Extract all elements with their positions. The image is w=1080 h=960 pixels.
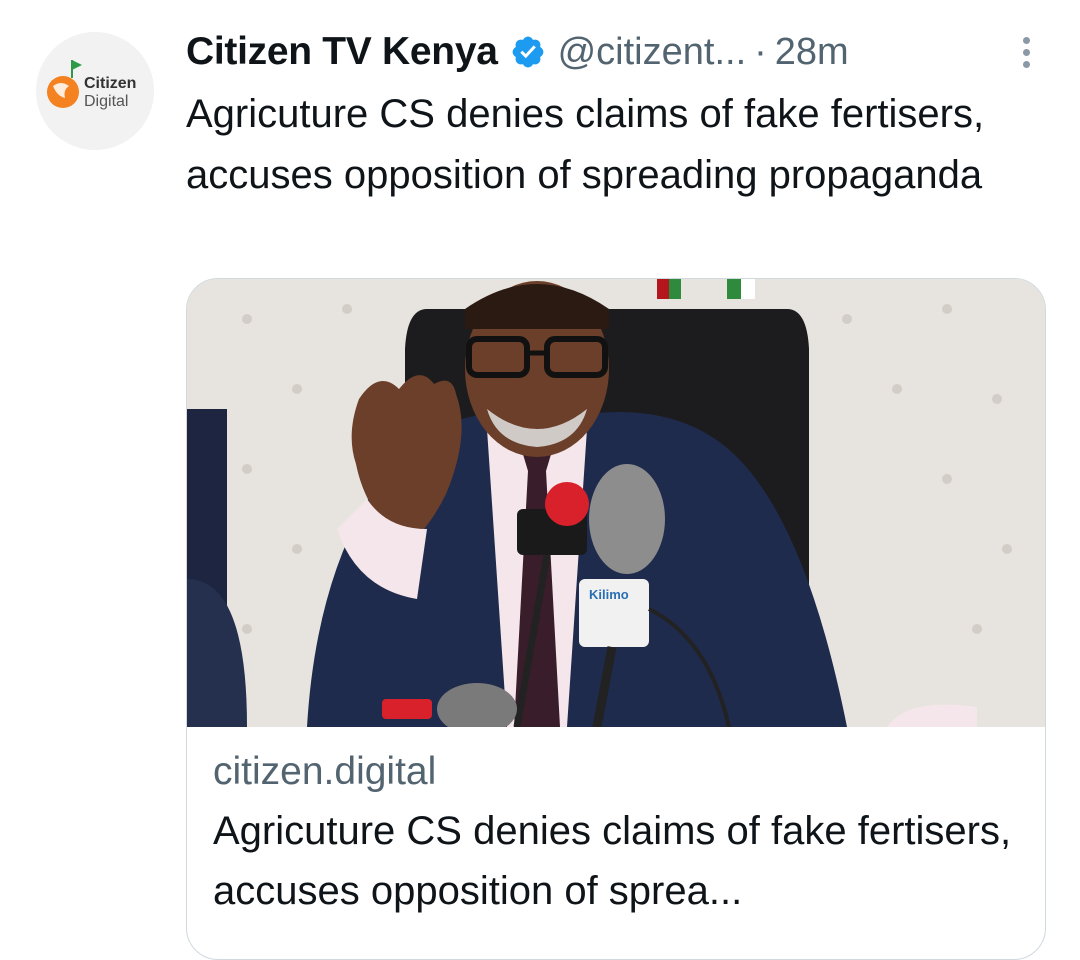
logo-text-citizen: Citizen — [84, 75, 136, 92]
verified-badge-icon — [510, 34, 546, 70]
card-body: citizen.digital Agricuture CS denies cla… — [187, 727, 1045, 921]
author-handle[interactable]: @citizent... — [558, 31, 747, 74]
tweet-timestamp[interactable]: 28m — [775, 31, 849, 74]
tweet-text: Agricuture CS denies claims of fake fert… — [186, 92, 985, 197]
mic-label-kilimo: Kilimo — [589, 587, 629, 602]
more-options-icon[interactable] — [1006, 32, 1046, 72]
citizen-digital-logo: Citizen Digital — [36, 32, 154, 150]
logo-text-digital: Digital — [84, 93, 128, 110]
card-title[interactable]: Agricuture CS denies claims of fake fert… — [213, 801, 1019, 921]
author-name[interactable]: Citizen TV Kenya — [186, 30, 498, 74]
tweet-header: Citizen TV Kenya @citizent... · 28m — [186, 24, 1046, 80]
link-preview-card[interactable]: Kilimo citizen.digital Agricuture CS den… — [186, 278, 1046, 960]
card-domain[interactable]: citizen.digital — [213, 745, 1019, 799]
account-avatar[interactable]: Citizen Digital — [36, 32, 154, 150]
card-image[interactable]: Kilimo — [187, 279, 1045, 727]
separator-dot: · — [754, 30, 767, 73]
